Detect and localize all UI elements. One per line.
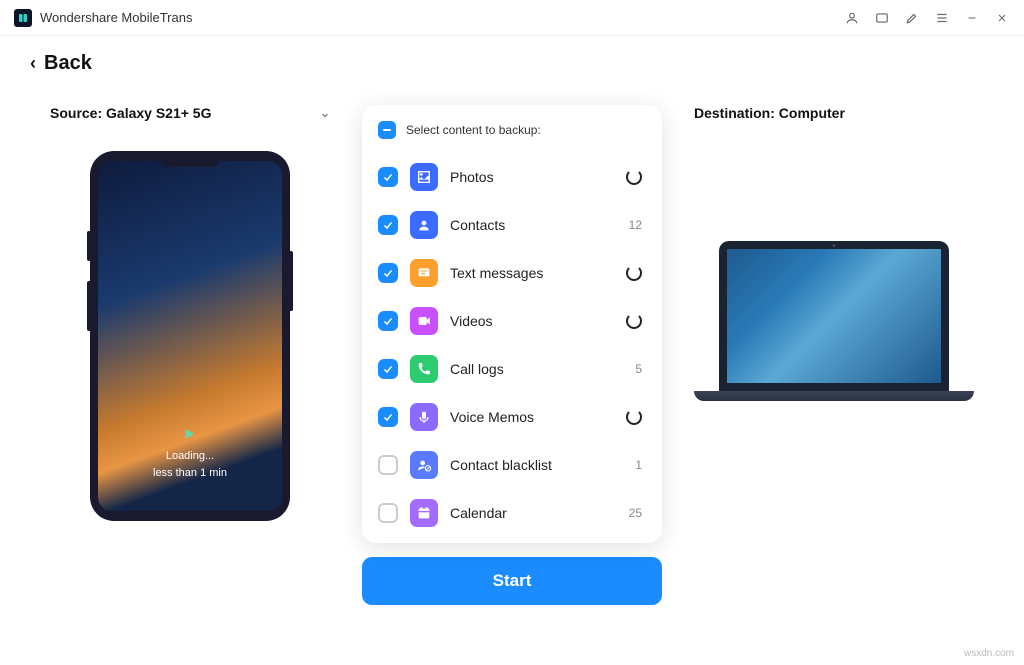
item-checkbox[interactable] [378,455,398,475]
item-label: Contacts [450,217,617,233]
chevron-left-icon: ‹ [30,53,36,74]
item-checkbox[interactable] [378,407,398,427]
item-checkbox[interactable] [378,263,398,283]
calllogs-icon [410,355,438,383]
source-column: Source: Galaxy S21+ 5G ⌄ ▶ Loading... le… [50,105,330,605]
content-item: Calendar 25 [378,489,648,533]
source-label: Source: Galaxy S21+ 5G [50,105,211,121]
panel-header-text: Select content to backup: [406,123,541,137]
source-phone-illustration: ▶ Loading... less than 1 min [90,151,290,521]
destination-label: Destination: Computer [694,105,974,121]
titlebar-controls [844,10,1010,26]
message-icon[interactable] [874,10,890,26]
item-label: Voice Memos [450,409,614,425]
item-label: Calendar [450,505,617,521]
content-item: Text messages [378,249,648,297]
user-icon[interactable] [844,10,860,26]
content-item: Contact blacklist 1 [378,441,648,489]
content-item: Videos [378,297,648,345]
back-label: Back [44,52,92,75]
content-panel: Select content to backup: Photos Contacts… [362,105,662,543]
loading-status: Loading... less than 1 min [153,448,227,481]
loading-spinner-icon [626,169,642,185]
loading-spinner-icon [626,313,642,329]
messages-icon [410,259,438,287]
content-list[interactable]: Photos Contacts 12 Text messages Videos Call … [378,153,652,533]
edit-icon[interactable] [904,10,920,26]
blacklist-icon [410,451,438,479]
item-count: 5 [635,362,642,376]
chevron-down-icon: ⌄ [320,106,330,120]
app-title: Wondershare MobileTrans [40,10,192,25]
select-all-checkbox[interactable] [378,121,396,139]
calendar-icon [410,499,438,527]
item-checkbox[interactable] [378,359,398,379]
content-item: Contacts 12 [378,201,648,249]
minimize-button[interactable] [964,10,980,26]
start-button[interactable]: Start [362,557,662,605]
close-button[interactable] [994,10,1010,26]
item-checkbox[interactable] [378,215,398,235]
item-label: Videos [450,313,614,329]
item-label: Photos [450,169,614,185]
item-label: Text messages [450,265,614,281]
source-selector[interactable]: Source: Galaxy S21+ 5G ⌄ [50,105,330,121]
item-checkbox[interactable] [378,311,398,331]
videos-icon [410,307,438,335]
item-label: Contact blacklist [450,457,623,473]
voice-icon [410,403,438,431]
menu-icon[interactable] [934,10,950,26]
loading-spinner-icon [626,265,642,281]
content-item: Call logs 5 [378,345,648,393]
item-label: Call logs [450,361,623,377]
content-item: Photos [378,153,648,201]
item-count: 25 [629,506,642,520]
item-count: 1 [635,458,642,472]
item-count: 12 [629,218,642,232]
photos-icon [410,163,438,191]
contacts-icon [410,211,438,239]
item-checkbox[interactable] [378,167,398,187]
destination-column: Destination: Computer [694,105,974,605]
destination-laptop-illustration [694,241,974,401]
watermark: wsxdn.com [964,648,1014,659]
content-item: Voice Memos [378,393,648,441]
titlebar: Wondershare MobileTrans [0,0,1024,36]
back-button[interactable]: ‹ Back [30,52,92,75]
play-icon: ▶ [185,426,194,440]
loading-spinner-icon [626,409,642,425]
app-logo [14,9,32,27]
item-checkbox[interactable] [378,503,398,523]
